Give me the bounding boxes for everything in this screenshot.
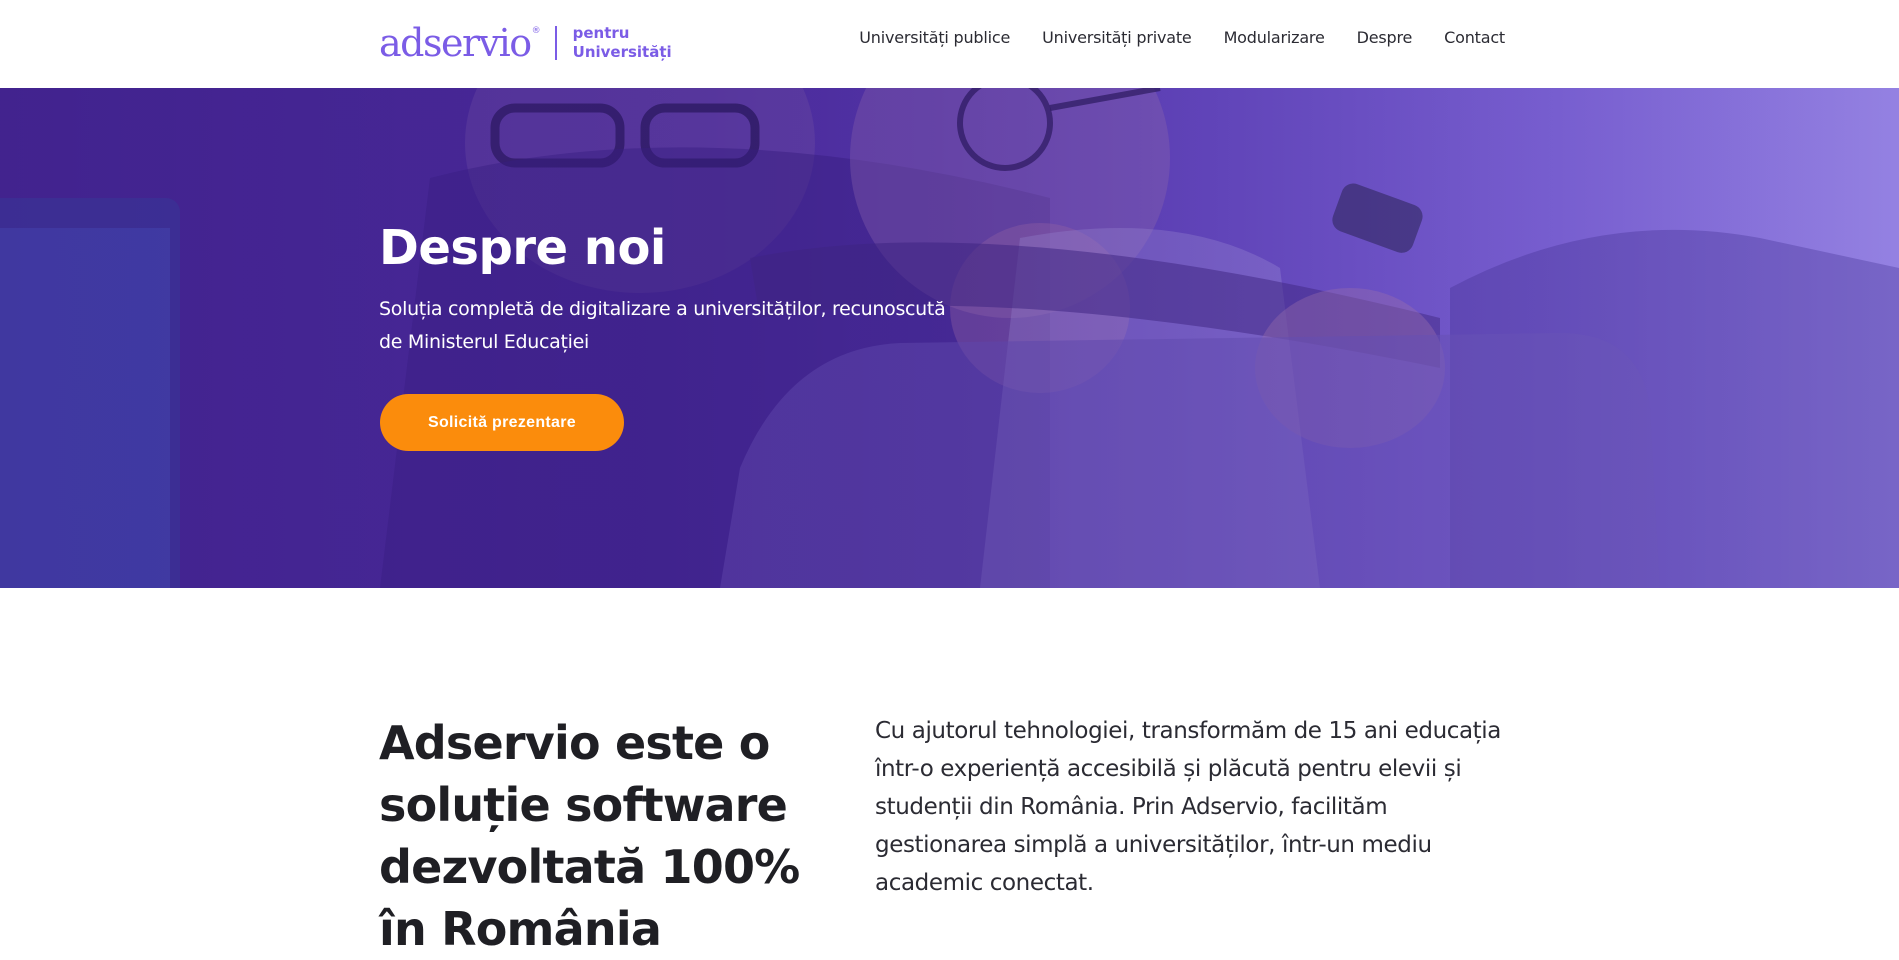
- nav-contact[interactable]: Contact: [1444, 28, 1505, 47]
- hero-title: Despre noi: [379, 220, 666, 276]
- nav-universitati-publice[interactable]: Universități publice: [859, 28, 1010, 47]
- registered-mark: ®: [531, 26, 541, 36]
- intro-text: Cu ajutorul tehnologiei, transformăm de …: [875, 718, 1501, 896]
- logo-tagline-line2: Universități: [572, 43, 672, 61]
- hero-overlay: [0, 88, 1899, 588]
- adservio-logo[interactable]: adservio ® pentru Universități: [379, 22, 672, 64]
- logo-wordmark: adservio: [379, 21, 532, 65]
- intro-heading: Adservio este o soluție software dezvolt…: [379, 716, 800, 956]
- site-header: adservio ® pentru Universități Universit…: [0, 0, 1899, 88]
- logo-tagline-line1: pentru: [572, 24, 630, 42]
- hero-banner: Despre noi Soluția completă de digitaliz…: [0, 88, 1899, 588]
- hero-subtitle: Soluția completă de digitalizare a unive…: [379, 298, 946, 353]
- nav-despre[interactable]: Despre: [1357, 28, 1413, 47]
- nav-modularizare[interactable]: Modularizare: [1224, 28, 1325, 47]
- nav-universitati-private[interactable]: Universități private: [1042, 28, 1192, 47]
- logo-divider: [554, 26, 557, 60]
- main-nav: Universități publice Universități privat…: [859, 28, 1505, 47]
- request-presentation-button[interactable]: Solicită prezentare: [380, 394, 624, 451]
- logo-tagline: pentru Universități: [573, 24, 672, 62]
